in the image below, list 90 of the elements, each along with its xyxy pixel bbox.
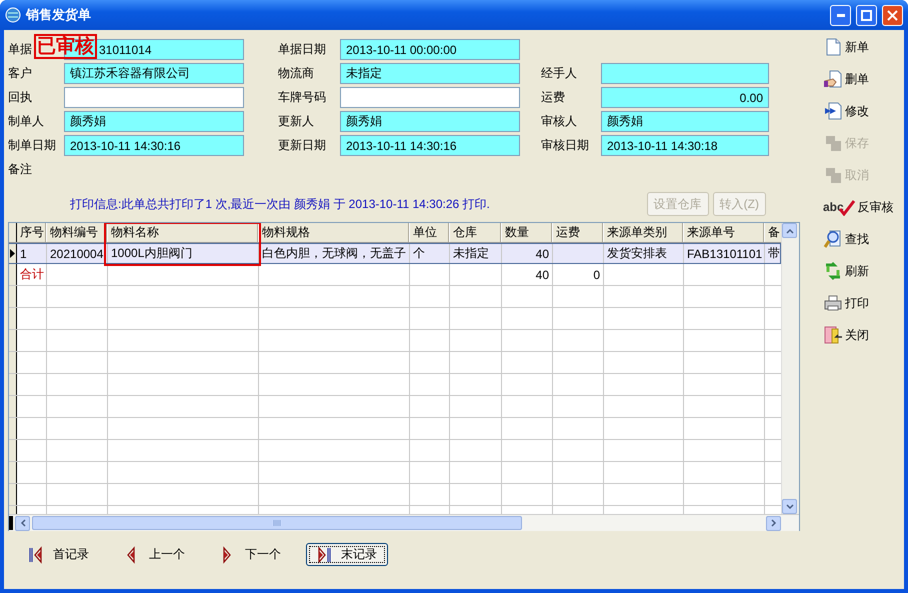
toolbar-button[interactable]: 关闭 [820,323,872,347]
field-label: 物流商 [278,65,315,82]
table-cell: 白色内胆，无球阀，无盖子 [259,244,410,263]
horizontal-scrollbar[interactable] [9,514,799,531]
table-cell: 0 [553,264,604,285]
maximize-icon [861,10,872,20]
toolbar-button[interactable]: 刷新 [820,259,872,283]
field-label: 回执 [8,89,33,106]
maximize-button[interactable] [856,4,877,26]
column-header[interactable]: 仓库 [450,223,502,242]
input-field[interactable]: 2013-10-11 14:30:16 [340,135,520,156]
input-field[interactable] [601,63,769,84]
row-indicator[interactable] [9,244,17,263]
field-label: 更新人 [278,113,315,130]
input-field[interactable] [340,87,520,108]
input-field[interactable]: 未指定 [340,63,520,84]
magnifier-icon [823,229,843,249]
column-header[interactable]: 物料编号 [47,223,108,242]
field-label: 经手人 [541,65,578,82]
input-field[interactable]: 2013-10-11 14:30:18 [601,135,769,156]
nav-button[interactable]: 首记录 [18,543,100,566]
toolbar-button[interactable]: 查找 [820,227,872,251]
globe-icon [5,7,21,23]
toolbar-button[interactable]: 删单 [820,67,872,91]
input-field[interactable]: 颜秀娟 [64,111,244,132]
field-label: 更新日期 [278,137,327,154]
column-header[interactable]: 数量 [502,223,553,242]
row-pointer-icon [9,249,15,258]
window-title: 销售发货单 [26,6,92,24]
table-cell: 20210004 [47,244,108,263]
table-cell: 1 [17,244,47,263]
table-row[interactable]: 1 20210004 1000L内胆阀门 白色内胆，无球阀，无盖子 个 未指定 40 发货安排表 FAB13101101 带 [9,243,782,264]
table-row[interactable]: 合计 40 0 [9,264,782,286]
toolbar-button[interactable]: abc 反审核 [820,196,897,218]
table-cell: 40 [502,264,553,285]
minimize-icon [836,14,844,16]
input-field[interactable]: 2013-10-11 14:30:16 [64,135,244,156]
nav-button[interactable]: 末记录 [306,543,388,566]
approved-stamp: 已审核 [34,34,97,59]
field-label: 审核人 [541,113,578,130]
nav-button[interactable]: 下一个 [210,543,292,566]
field-label: 单据日期 [278,41,327,58]
page-hand-icon [823,69,843,89]
row-indicator[interactable] [9,264,17,285]
field-label: 客户 [8,65,33,82]
input-field[interactable]: 颜秀娟 [601,111,769,132]
table-cell: 个 [410,244,450,263]
toolbar-button[interactable]: 修改 [820,99,872,123]
vertical-scrollbar[interactable] [781,223,799,514]
print-info-text: 打印信息:此单总共打印了1 次,最近一次由 颜秀娟 于 2013-10-11 14:30:26 打印. [70,196,491,212]
table-cell: 合计 [17,264,47,285]
field-label: 审核日期 [541,137,590,154]
input-field[interactable]: 颜秀娟 [340,111,520,132]
input-field[interactable]: 2013-10-11 00:00:00 [340,39,520,60]
table-cell: 1000L内胆阀门 [108,244,259,263]
triangle-bar-icon [317,546,333,564]
column-header[interactable]: 运费 [553,223,604,242]
input-field[interactable] [64,87,244,108]
nav-button[interactable]: 上一个 [114,543,196,566]
printer-icon [823,293,843,313]
column-header[interactable]: 序号 [17,223,47,242]
column-header[interactable]: 来源单类别 [604,223,684,242]
close-icon [887,10,898,20]
door-icon [823,325,843,345]
column-header[interactable]: 物料名称 [108,223,259,242]
field-label: 制单日期 [8,137,57,154]
field-label: 车牌号码 [278,89,327,106]
page-arrow-icon [823,101,843,121]
toolbar-button[interactable]: 新单 [820,35,872,59]
field-label: 运费 [541,89,566,106]
circular-arrows-icon [823,261,843,281]
table-cell: 发货安排表 [604,244,684,263]
stacked-pages-icon [823,133,843,153]
input-field[interactable]: 0.00 [601,87,769,108]
column-header[interactable]: 单位 [410,223,450,242]
input-field[interactable]: 镇江苏禾容器有限公司 [64,63,244,84]
column-header[interactable]: 来源单号 [684,223,765,242]
table-cell: 未指定 [450,244,502,263]
field-label: 单据 [8,41,32,58]
table-cell: FAB13101101 [684,244,765,263]
table-cell: 40 [502,244,553,263]
grip-icon [273,520,281,526]
stacked-pages-icon [823,165,843,185]
close-button[interactable] [882,4,903,26]
field-label: 制单人 [8,113,45,130]
column-header[interactable]: 物料规格 [259,223,410,242]
field-label: 备注 [8,161,33,178]
abc-label: abc [823,200,844,214]
toolbar-button[interactable]: 打印 [820,291,872,315]
minimize-button[interactable] [830,4,851,26]
